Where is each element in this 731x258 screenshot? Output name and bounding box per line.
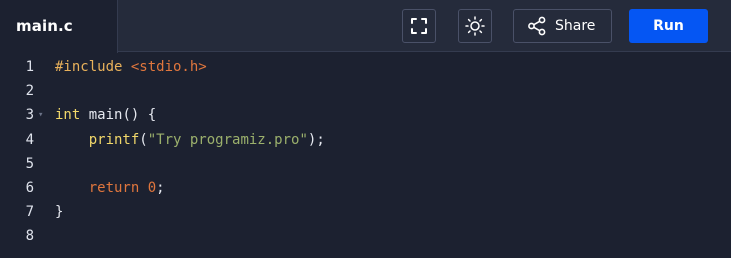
code-token: return xyxy=(88,180,140,196)
code-token: <stdio.h> xyxy=(130,59,207,75)
line-number: 5 xyxy=(25,155,34,172)
line-number: 1 xyxy=(25,59,34,75)
code-token: ; xyxy=(156,180,165,196)
code-text: int main() { xyxy=(55,103,156,127)
fullscreen-icon xyxy=(411,18,427,34)
code-token: 0 xyxy=(147,180,157,196)
code-line[interactable]: 1 #include <stdio.h> xyxy=(0,55,731,79)
code-text: #include <stdio.h> xyxy=(55,55,207,79)
line-number: 7 xyxy=(25,204,34,221)
code-line[interactable]: 8 xyxy=(0,224,731,248)
code-editor: main.c Share Run 1 #include <stdio.h> 2 … xyxy=(0,0,731,258)
line-number: 4 xyxy=(25,131,34,148)
fold-arrow-icon[interactable]: ▾ xyxy=(38,103,43,127)
sun-icon xyxy=(465,16,485,36)
code-token: printf xyxy=(88,131,140,148)
line-number: 8 xyxy=(25,228,34,245)
share-button-label: Share xyxy=(555,18,596,34)
line-number: 2 xyxy=(25,83,34,100)
line-number: 6 xyxy=(25,180,34,196)
code-token: #include xyxy=(55,59,131,75)
code-token: ); xyxy=(307,131,325,148)
code-line[interactable]: 2 xyxy=(0,79,731,103)
code-token: } xyxy=(55,204,64,221)
code-area[interactable]: 1 #include <stdio.h> 2 3 ▾ int main() {4 prin… xyxy=(0,55,731,258)
code-text: return 0; xyxy=(55,176,165,200)
line-number: 3 xyxy=(25,107,34,124)
code-line[interactable]: 4 printf("Try programiz.pro"); xyxy=(0,128,731,152)
code-token: int xyxy=(55,107,81,124)
code-token: "Try programiz.pro" xyxy=(147,131,308,148)
code-line[interactable]: 6 return 0; xyxy=(0,176,731,200)
fullscreen-button[interactable] xyxy=(402,9,436,43)
code-text: } xyxy=(55,200,63,224)
share-icon xyxy=(528,16,546,36)
code-line[interactable]: 5 xyxy=(0,152,731,176)
file-tab-label: main.c xyxy=(16,17,73,35)
code-text: printf("Try programiz.pro"); xyxy=(55,128,325,152)
code-token: main() { xyxy=(80,107,157,124)
file-tab-main-c[interactable]: main.c xyxy=(0,0,118,53)
code-line[interactable]: 3 ▾ int main() { xyxy=(0,103,731,127)
editor-toolbar: main.c Share Run xyxy=(0,0,731,53)
share-button[interactable]: Share xyxy=(513,9,612,43)
code-line[interactable]: 7} xyxy=(0,200,731,224)
code-token: ( xyxy=(139,131,148,148)
theme-toggle-button[interactable] xyxy=(458,9,492,43)
run-button[interactable]: Run xyxy=(629,9,708,43)
